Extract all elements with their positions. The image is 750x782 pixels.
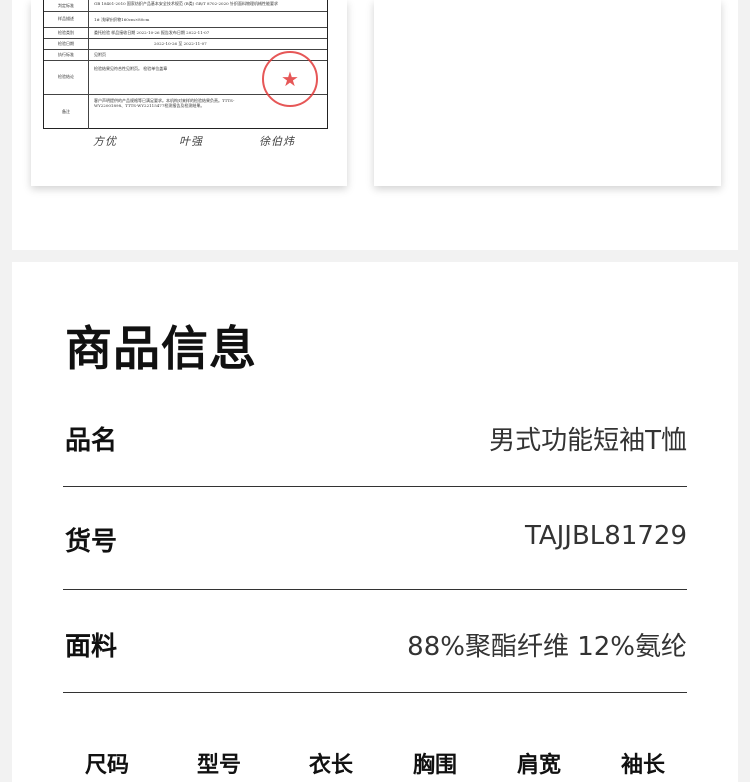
info-label: 品名 (65, 426, 118, 456)
test-report-image-2[interactable] (374, 0, 721, 186)
info-value: 88%聚酯纤维 12%氨纶 (407, 632, 687, 662)
size-header-cell: 胸围 (412, 753, 457, 778)
report-row: 样品描述 1# 浅绿针织物160cm×80cm (44, 11, 327, 28)
info-row-fabric: 面料 88%聚酯纤维 12%氨纶 (63, 626, 687, 686)
test-report-table: 判定标准 GB 18401-2010 国家纺织产品基本安全技术规范 (B类) G… (43, 0, 328, 129)
info-label: 面料 (65, 632, 118, 662)
divider (63, 486, 687, 487)
size-header-cell: 尺码 (84, 753, 129, 778)
signature: 叶强 (179, 135, 203, 148)
report-gallery-panel: 判定标准 GB 18401-2010 国家纺织产品基本安全技术规范 (B类) G… (12, 0, 738, 250)
test-report-image[interactable]: 判定标准 GB 18401-2010 国家纺织产品基本安全技术规范 (B类) G… (31, 0, 347, 186)
product-info-panel: 商品信息 品名 男式功能短袖T恤 货号 TAJJBL81729 面料 88%聚酯… (12, 262, 738, 782)
info-value: 男式功能短袖T恤 (489, 426, 687, 456)
divider (63, 692, 687, 693)
info-value: TAJJBL81729 (524, 521, 687, 551)
signature: 徐伯炜 (259, 135, 295, 148)
section-title: 商品信息 (65, 322, 257, 377)
size-header-cell: 衣长 (308, 753, 353, 778)
red-seal-stamp: ★ (262, 51, 318, 107)
size-table-header: 尺码 型号 衣长 胸围 肩宽 袖长 (63, 747, 687, 778)
size-header-cell: 肩宽 (516, 753, 561, 778)
info-row-name: 品名 男式功能短袖T恤 (63, 420, 687, 480)
signature: 方优 (93, 135, 117, 148)
info-label: 货号 (65, 527, 118, 557)
signature-row: 方优 叶强 徐伯炜 (43, 131, 328, 151)
divider (63, 589, 687, 590)
info-row-sku: 货号 TAJJBL81729 (63, 521, 687, 581)
size-header-cell: 袖长 (620, 753, 665, 778)
size-header-cell: 型号 (196, 753, 241, 778)
